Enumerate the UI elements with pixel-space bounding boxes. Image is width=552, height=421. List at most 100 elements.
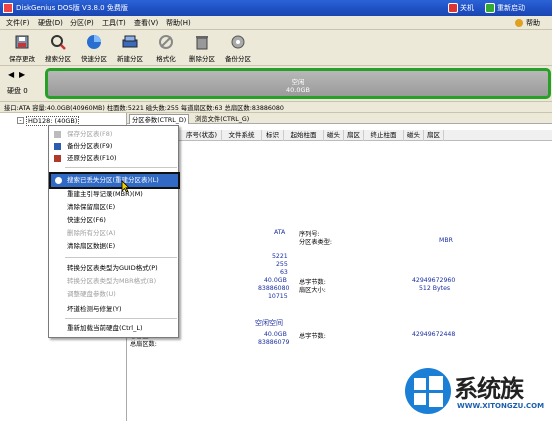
new-partition-icon <box>121 33 139 51</box>
col-end-head[interactable]: 磁头 <box>404 130 424 141</box>
menu-clear-sector-data[interactable]: 清除扇区数据(E) <box>49 241 180 252</box>
window-title: DiskGenius DOS版 V3.8.0 免费版 <box>16 4 128 12</box>
nav-right-icon[interactable]: ▶ <box>19 70 25 79</box>
tab-bar: 分区参数(CTRL_D) 浏览文件(CTRL_G) <box>127 113 552 124</box>
free-space-title: 空闲空间 <box>255 319 283 327</box>
menu-reload-disk[interactable]: 重新加载当前硬盘(Ctrl_L) <box>49 323 180 334</box>
col-end-cylinder[interactable]: 终止柱面 <box>364 130 404 141</box>
pt-type-value: MBR <box>439 237 453 244</box>
col-index[interactable]: 序号(状态) <box>182 130 222 141</box>
total-sectors-value: 83886080 <box>258 285 290 292</box>
save-changes-button[interactable]: 保存更改 <box>4 30 40 66</box>
watermark: 系统族 WWW.XITONGZU.COM <box>402 365 552 421</box>
free-total-bytes-value: 42949672448 <box>412 331 456 338</box>
menu-convert-to-guid[interactable]: 转换分区表类型为GUID格式(P) <box>49 263 180 274</box>
menu-partition[interactable]: 分区(P) <box>70 18 94 28</box>
disk-info-text: 接口:ATA 容量:40.0GB(40960MB) 柱面数:5221 磁头数:2… <box>4 105 284 112</box>
free-total-bytes-label: 总字节数: <box>299 333 326 340</box>
col-end-sector[interactable]: 扇区 <box>424 130 444 141</box>
menu-view[interactable]: 查看(V) <box>134 18 158 28</box>
menu-disk[interactable]: 硬盘(D) <box>38 18 63 28</box>
disk-label: 硬盘 0 <box>7 87 28 95</box>
backup-table-icon <box>54 143 61 150</box>
help-icon[interactable] <box>515 19 523 27</box>
total-bytes-value: 42949672960 <box>412 277 456 284</box>
menu-bar: 文件(F) 硬盘(D) 分区(P) 工具(T) 查看(V) 帮助(H) 帮助 <box>0 16 552 30</box>
interface-value: ATA <box>274 229 286 236</box>
menu-search-lost-partitions[interactable]: 搜索已丢失分区(重建分区表)(L) <box>49 172 180 189</box>
extra-value: 10715 <box>268 293 288 300</box>
col-start-head[interactable]: 磁头 <box>324 130 344 141</box>
menu-separator <box>65 167 177 168</box>
search-lost-icon <box>55 177 62 184</box>
menu-clear-reserved-sectors[interactable]: 清除保留扇区(E) <box>49 202 180 213</box>
menu-separator <box>65 318 177 319</box>
col-start-cylinder[interactable]: 起始柱面 <box>284 130 324 141</box>
cylinders-value: 5221 <box>272 253 288 260</box>
tree-expand-icon[interactable]: - <box>17 117 24 124</box>
help-button[interactable]: 帮助 <box>526 18 540 28</box>
menu-help[interactable]: 帮助(H) <box>166 18 191 28</box>
free-space-region[interactable]: 空闲 40.0GB <box>45 68 551 99</box>
tab-browse-files[interactable]: 浏览文件(CTRL_G) <box>193 114 251 123</box>
menu-tools[interactable]: 工具(T) <box>102 18 126 28</box>
quick-partition-icon <box>85 33 103 51</box>
region-size: 40.0GB <box>286 86 310 94</box>
region-status: 空闲 <box>291 78 305 86</box>
new-partition-button[interactable]: 新建分区 <box>112 30 148 66</box>
shutdown-button[interactable]: 关机 <box>460 3 474 13</box>
menu-save-partition-table[interactable]: 保存分区表(F8) <box>49 129 180 140</box>
context-menu: 保存分区表(F8) 备份分区表(F9) 还原分区表(F10) 搜索已丢失分区(重… <box>48 125 180 338</box>
menu-rebuild-mbr[interactable]: 重建主引导记录(MBR)(M) <box>49 189 180 200</box>
delete-icon <box>193 33 211 51</box>
title-bar: DiskGenius DOS版 V3.8.0 免费版 关机 重新启动 <box>0 0 552 16</box>
save-icon <box>13 33 31 51</box>
menu-delete-all-partitions[interactable]: 删除所有分区(A) <box>49 228 180 239</box>
disk-info-bar: 接口:ATA 容量:40.0GB(40960MB) 柱面数:5221 磁头数:2… <box>0 101 552 113</box>
tab-partition-params[interactable]: 分区参数(CTRL_D) <box>129 114 190 124</box>
mouse-cursor-icon <box>121 180 130 193</box>
pt-type-label: 分区表类型: <box>299 239 333 246</box>
menu-backup-partition-table[interactable]: 备份分区表(F9) <box>49 141 180 152</box>
delete-partition-button[interactable]: 删除分区 <box>184 30 220 66</box>
watermark-url: WWW.XITONGZU.COM <box>457 402 545 410</box>
menu-file[interactable]: 文件(F) <box>6 18 30 28</box>
disk-bar: ◀ ▶ 硬盘 0 空闲 40.0GB <box>0 66 552 101</box>
free-capacity-value: 40.0GB <box>264 331 287 338</box>
menu-adjust-disk-params[interactable]: 调整硬盘参数(U) <box>49 289 180 300</box>
format-button[interactable]: 格式化 <box>148 30 184 66</box>
partition-table-header: 序号(状态) 文件系统 标识 起始柱面 磁头 扇区 终止柱面 磁头 扇区 <box>127 130 552 141</box>
sector-size-label: 扇区大小: <box>299 287 326 294</box>
backup-partition-button[interactable]: 备份分区 <box>220 30 256 66</box>
menu-bad-sector-check[interactable]: 坏道检测与修复(Y) <box>49 304 180 315</box>
restart-button[interactable]: 重新启动 <box>497 3 525 13</box>
restart-icon[interactable] <box>485 3 495 13</box>
app-icon <box>3 3 13 13</box>
backup-icon <box>229 33 247 51</box>
partition-panel: 分区参数(CTRL_D) 浏览文件(CTRL_G) 序号(状态) 文件系统 标识… <box>127 113 552 421</box>
windows-logo-icon <box>405 368 451 414</box>
col-start-sector[interactable]: 扇区 <box>344 130 364 141</box>
search-icon <box>49 33 67 51</box>
restore-table-icon <box>54 155 61 162</box>
heads-value: 255 <box>276 261 288 268</box>
save-icon <box>54 131 61 138</box>
search-partition-button[interactable]: 搜索分区 <box>40 30 76 66</box>
menu-convert-to-mbr[interactable]: 转换分区表类型为MBR格式(B) <box>49 276 180 287</box>
menu-separator <box>65 257 177 258</box>
col-flag[interactable]: 标识 <box>262 130 284 141</box>
col-filesystem[interactable]: 文件系统 <box>222 130 262 141</box>
free-sectors-label: 总扇区数: <box>130 341 157 348</box>
nav-left-icon[interactable]: ◀ <box>8 70 14 79</box>
sectors-value: 63 <box>280 269 288 276</box>
menu-quick-partition[interactable]: 快速分区(F6) <box>49 215 180 226</box>
toolbar: 保存更改 搜索分区 快速分区 新建分区 格式化 删除分区 备份分区 <box>0 30 552 66</box>
watermark-brand: 系统族 <box>454 375 524 403</box>
format-icon <box>157 33 175 51</box>
capacity-value: 40.0GB <box>264 277 287 284</box>
sector-size-value: 512 Bytes <box>419 285 451 292</box>
quick-partition-button[interactable]: 快速分区 <box>76 30 112 66</box>
menu-restore-partition-table[interactable]: 还原分区表(F10) <box>49 153 180 164</box>
free-sectors-value: 83886079 <box>258 339 290 346</box>
shutdown-icon[interactable] <box>448 3 458 13</box>
